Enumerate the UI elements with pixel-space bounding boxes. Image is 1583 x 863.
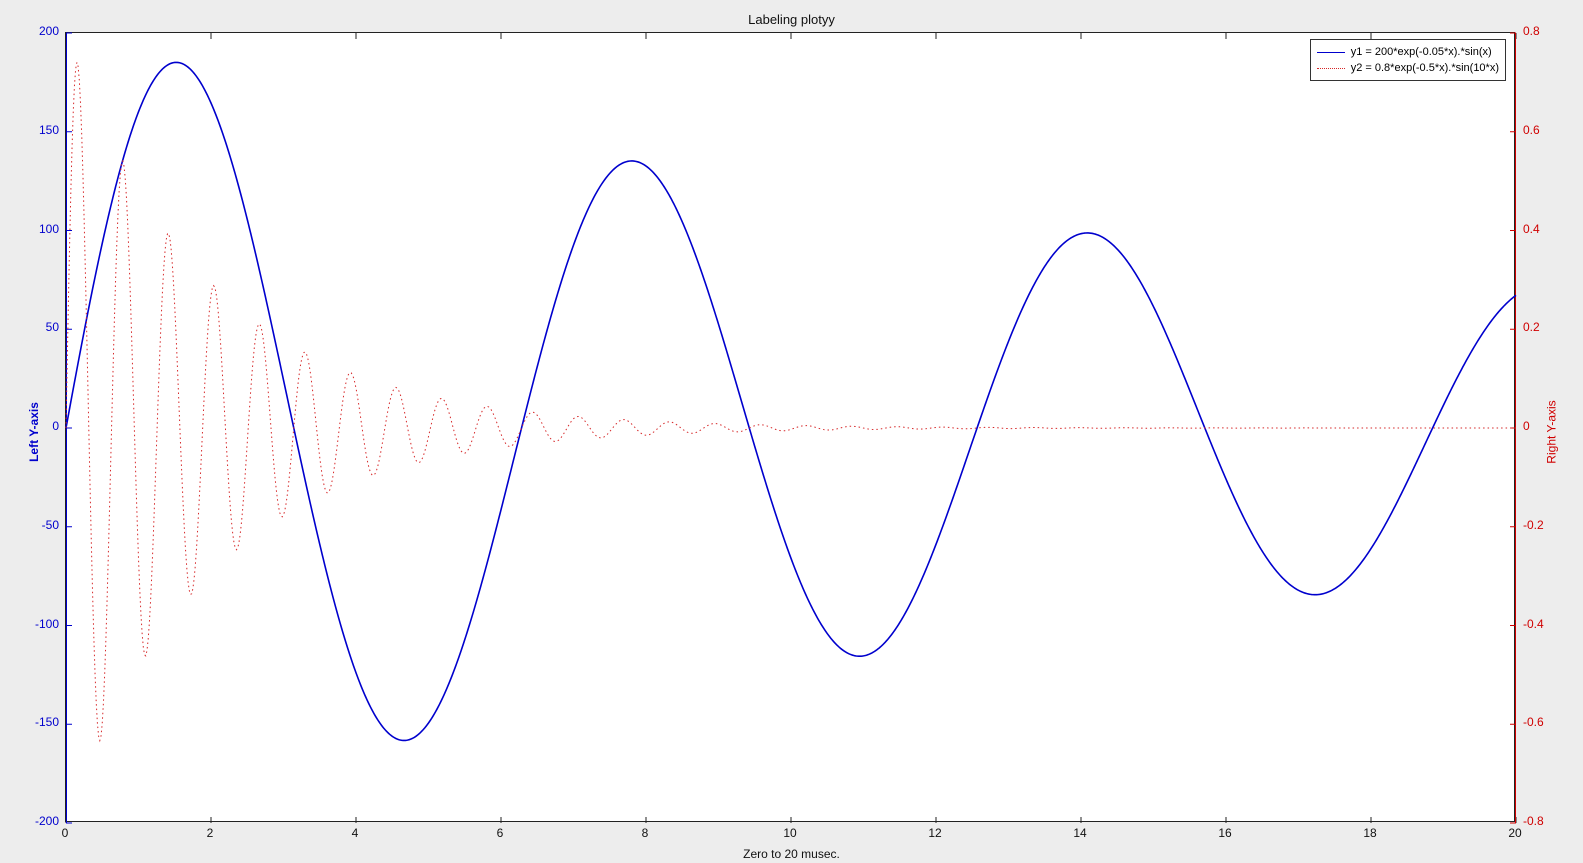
right-y-tick-label: 0: [1523, 419, 1530, 433]
right-y-tick-label: 0.4: [1523, 222, 1540, 236]
left-y-tick-label: -200: [35, 814, 59, 828]
left-y-tick-label: -150: [35, 715, 59, 729]
right-y-tick-label: -0.4: [1523, 617, 1544, 631]
series-y1: [66, 62, 1516, 740]
x-tick-label: 12: [928, 826, 941, 840]
left-y-tick-label: -50: [42, 518, 59, 532]
series-y2: [66, 62, 1516, 740]
legend-swatch: [1317, 52, 1345, 53]
right-y-tick-label: 0.8: [1523, 24, 1540, 38]
left-y-tick-label: 200: [39, 24, 59, 38]
x-tick-label: 10: [783, 826, 796, 840]
x-tick-label: 0: [62, 826, 69, 840]
x-tick-label: 6: [497, 826, 504, 840]
x-tick-label: 20: [1508, 826, 1521, 840]
left-y-axis-label: Left Y-axis: [27, 402, 41, 462]
right-y-tick-label: 0.6: [1523, 123, 1540, 137]
x-tick-label: 4: [352, 826, 359, 840]
plot-canvas: [66, 33, 1516, 823]
x-tick-label: 2: [207, 826, 214, 840]
left-y-tick-label: -100: [35, 617, 59, 631]
right-y-tick-label: -0.6: [1523, 715, 1544, 729]
legend-swatch: [1317, 68, 1345, 69]
left-y-tick-label: 0: [52, 419, 59, 433]
legend-label: y2 = 0.8*exp(-0.5*x).*sin(10*x): [1351, 60, 1499, 76]
x-tick-label: 16: [1218, 826, 1231, 840]
x-axis-label: Zero to 20 musec.: [0, 847, 1583, 861]
legend-label: y1 = 200*exp(-0.05*x).*sin(x): [1351, 44, 1492, 60]
plot-area[interactable]: y1 = 200*exp(-0.05*x).*sin(x)y2 = 0.8*ex…: [65, 32, 1515, 822]
x-tick-label: 14: [1073, 826, 1086, 840]
legend[interactable]: y1 = 200*exp(-0.05*x).*sin(x)y2 = 0.8*ex…: [1310, 39, 1506, 81]
legend-entry[interactable]: y1 = 200*exp(-0.05*x).*sin(x): [1317, 44, 1499, 60]
right-y-tick-label: 0.2: [1523, 320, 1540, 334]
left-y-tick-label: 100: [39, 222, 59, 236]
figure-window: Labeling plotyy Left Y-axis Right Y-axis…: [0, 0, 1583, 863]
left-y-tick-label: 150: [39, 123, 59, 137]
x-tick-label: 8: [642, 826, 649, 840]
chart-title: Labeling plotyy: [0, 12, 1583, 27]
right-y-tick-label: -0.2: [1523, 518, 1544, 532]
legend-entry[interactable]: y2 = 0.8*exp(-0.5*x).*sin(10*x): [1317, 60, 1499, 76]
right-y-axis-label: Right Y-axis: [1544, 400, 1558, 463]
x-tick-label: 18: [1363, 826, 1376, 840]
left-y-tick-label: 50: [46, 320, 59, 334]
right-y-tick-label: -0.8: [1523, 814, 1544, 828]
